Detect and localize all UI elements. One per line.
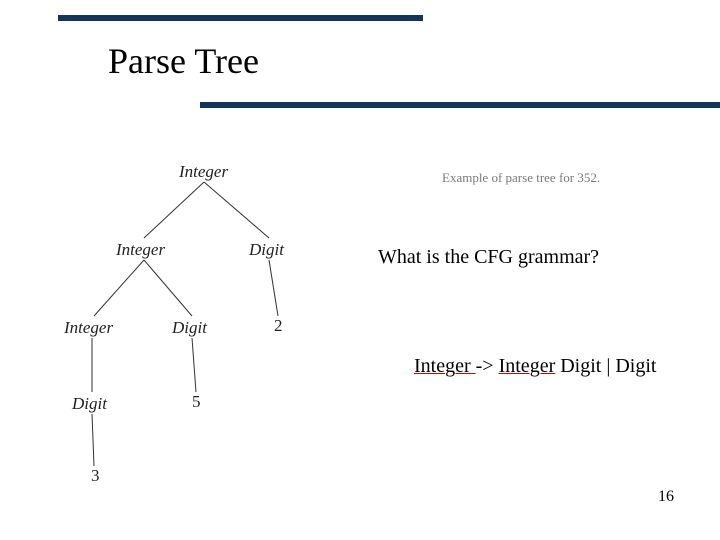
tree-caption: Example of parse tree for 352.	[442, 170, 600, 186]
grammar-rhs-rest: Digit | Digit	[555, 355, 656, 377]
question-text: What is the CFG grammar?	[378, 246, 599, 269]
grammar-rule: Integer -> Integer Digit | Digit	[414, 355, 656, 378]
grammar-rhs-integer: Integer	[499, 355, 556, 377]
node-integer-l1: Integer	[116, 240, 165, 260]
node-integer-root: Integer	[179, 162, 228, 182]
node-leaf-3: 3	[91, 466, 100, 486]
page-number: 16	[658, 488, 674, 506]
node-digit-l3: Digit	[72, 394, 107, 414]
node-leaf-5: 5	[192, 392, 201, 412]
parse-tree: Integer Integer Digit Integer Digit 2 Di…	[64, 160, 364, 480]
slide-title: Parse Tree	[108, 40, 259, 82]
node-leaf-2: 2	[274, 316, 283, 336]
grammar-lhs: Integer	[414, 355, 476, 377]
top-rule	[58, 15, 423, 21]
grammar-arrow: ->	[476, 355, 499, 377]
node-integer-l2: Integer	[64, 318, 113, 338]
node-digit-l1: Digit	[249, 240, 284, 260]
node-digit-l2: Digit	[172, 318, 207, 338]
title-underline	[200, 102, 720, 108]
